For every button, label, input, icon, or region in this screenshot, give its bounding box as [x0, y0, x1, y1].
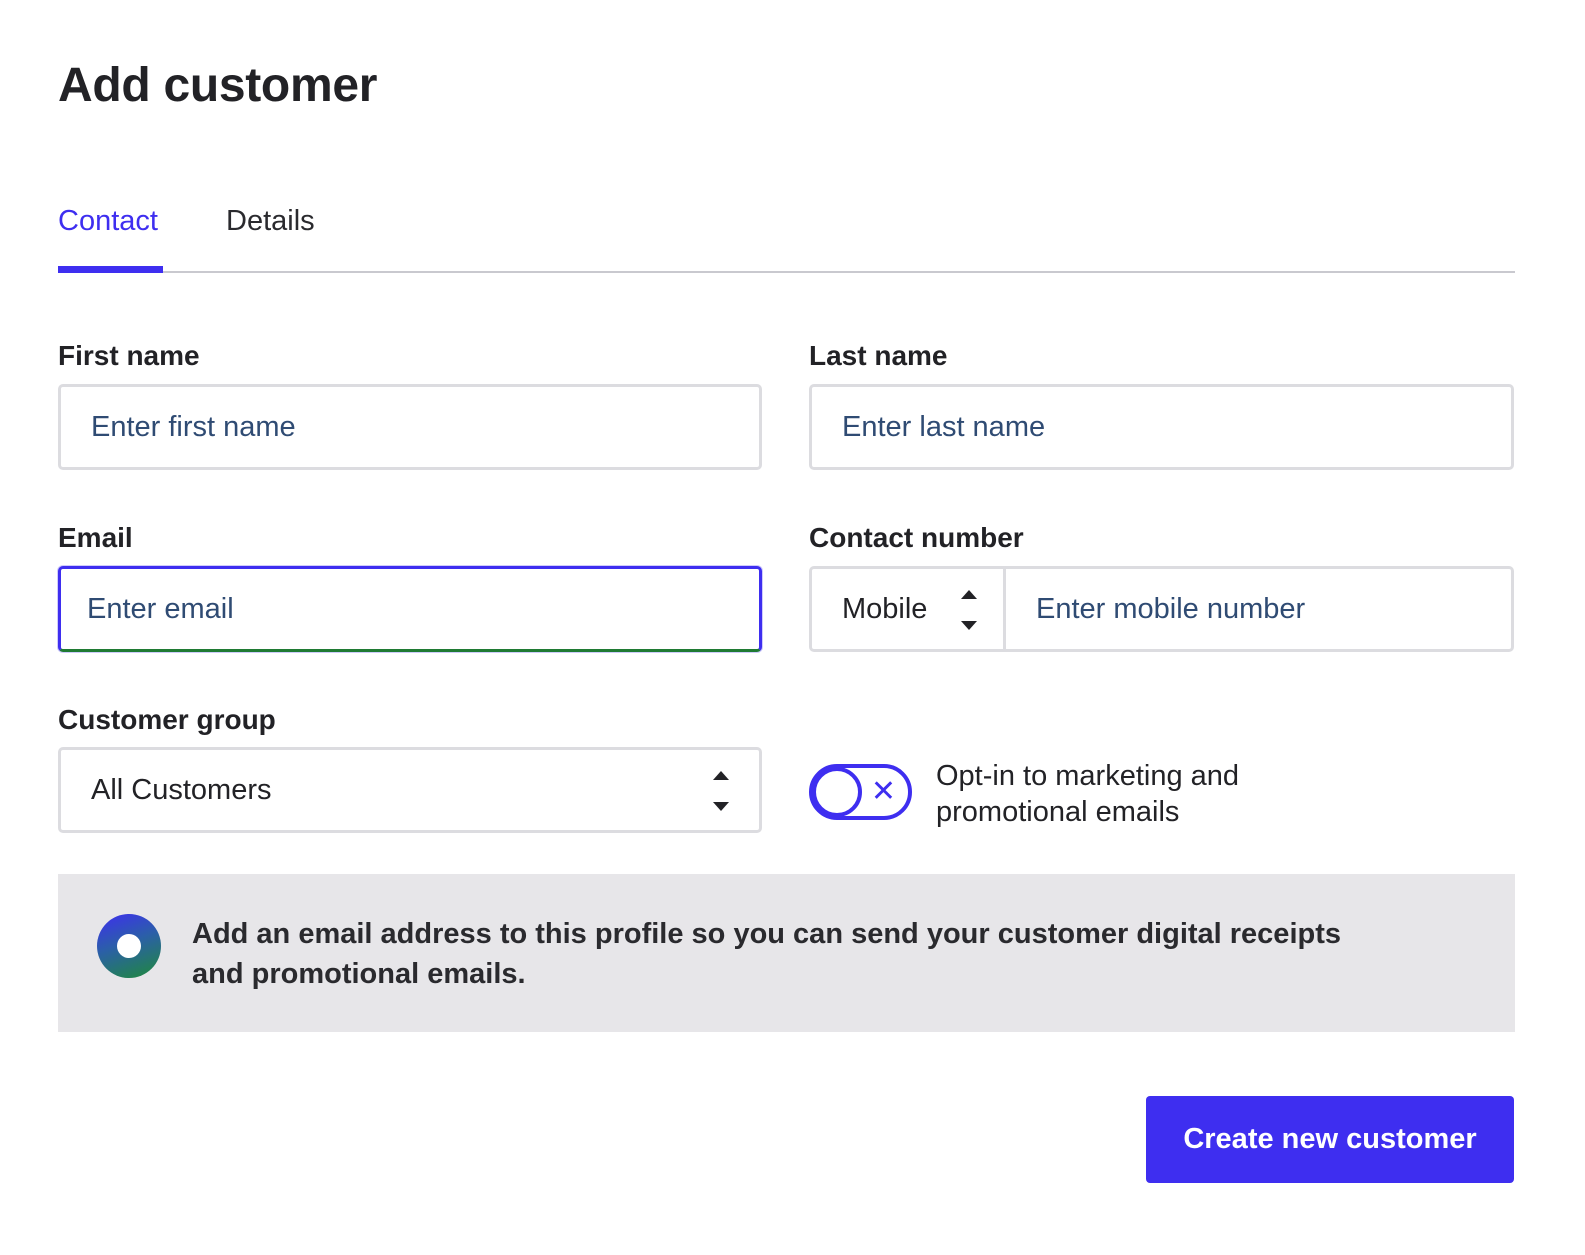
phone-type-select[interactable]: Mobile [812, 569, 1006, 649]
select-arrows-icon [713, 768, 729, 814]
customer-group-label: Customer group [58, 704, 276, 735]
info-banner: Add an email address to this profile so … [58, 874, 1515, 1032]
active-tab-indicator [58, 266, 163, 273]
last-name-field-wrapper [809, 384, 1514, 470]
last-name-input[interactable] [812, 387, 1511, 467]
contact-number-field: Mobile [809, 566, 1514, 652]
tab-bar: Contact Details [58, 195, 1515, 273]
select-arrows-icon [961, 587, 977, 633]
email-field-wrapper [58, 566, 762, 652]
last-name-label: Last name [809, 340, 948, 371]
phone-number-wrapper [1006, 569, 1511, 649]
tab-details[interactable]: Details [226, 205, 315, 238]
page-title: Add customer [58, 59, 378, 112]
email-label: Email [58, 522, 133, 553]
mobile-number-input[interactable] [1006, 569, 1511, 649]
opt-in-label: Opt-in to marketing and promotional emai… [936, 760, 1240, 828]
first-name-label: First name [58, 340, 200, 371]
banner-message: Add an email address to this profile so … [192, 918, 1341, 990]
tab-contact[interactable]: Contact [58, 205, 158, 238]
phone-type-value: Mobile [842, 592, 928, 625]
contact-number-label: Contact number [809, 522, 1024, 553]
close-icon: ✕ [870, 775, 896, 808]
add-customer-page: Add customer Contact Details First name … [0, 0, 1585, 1255]
info-ring-icon [97, 914, 161, 978]
email-input[interactable] [61, 569, 759, 649]
create-new-customer-button[interactable]: Create new customer [1146, 1096, 1514, 1183]
customer-group-select[interactable]: All Customers [58, 747, 762, 833]
toggle-knob [812, 767, 862, 817]
first-name-field-wrapper [58, 384, 762, 470]
customer-group-value: All Customers [91, 773, 272, 806]
opt-in-toggle[interactable]: ✕ [809, 764, 912, 820]
first-name-input[interactable] [61, 387, 759, 467]
